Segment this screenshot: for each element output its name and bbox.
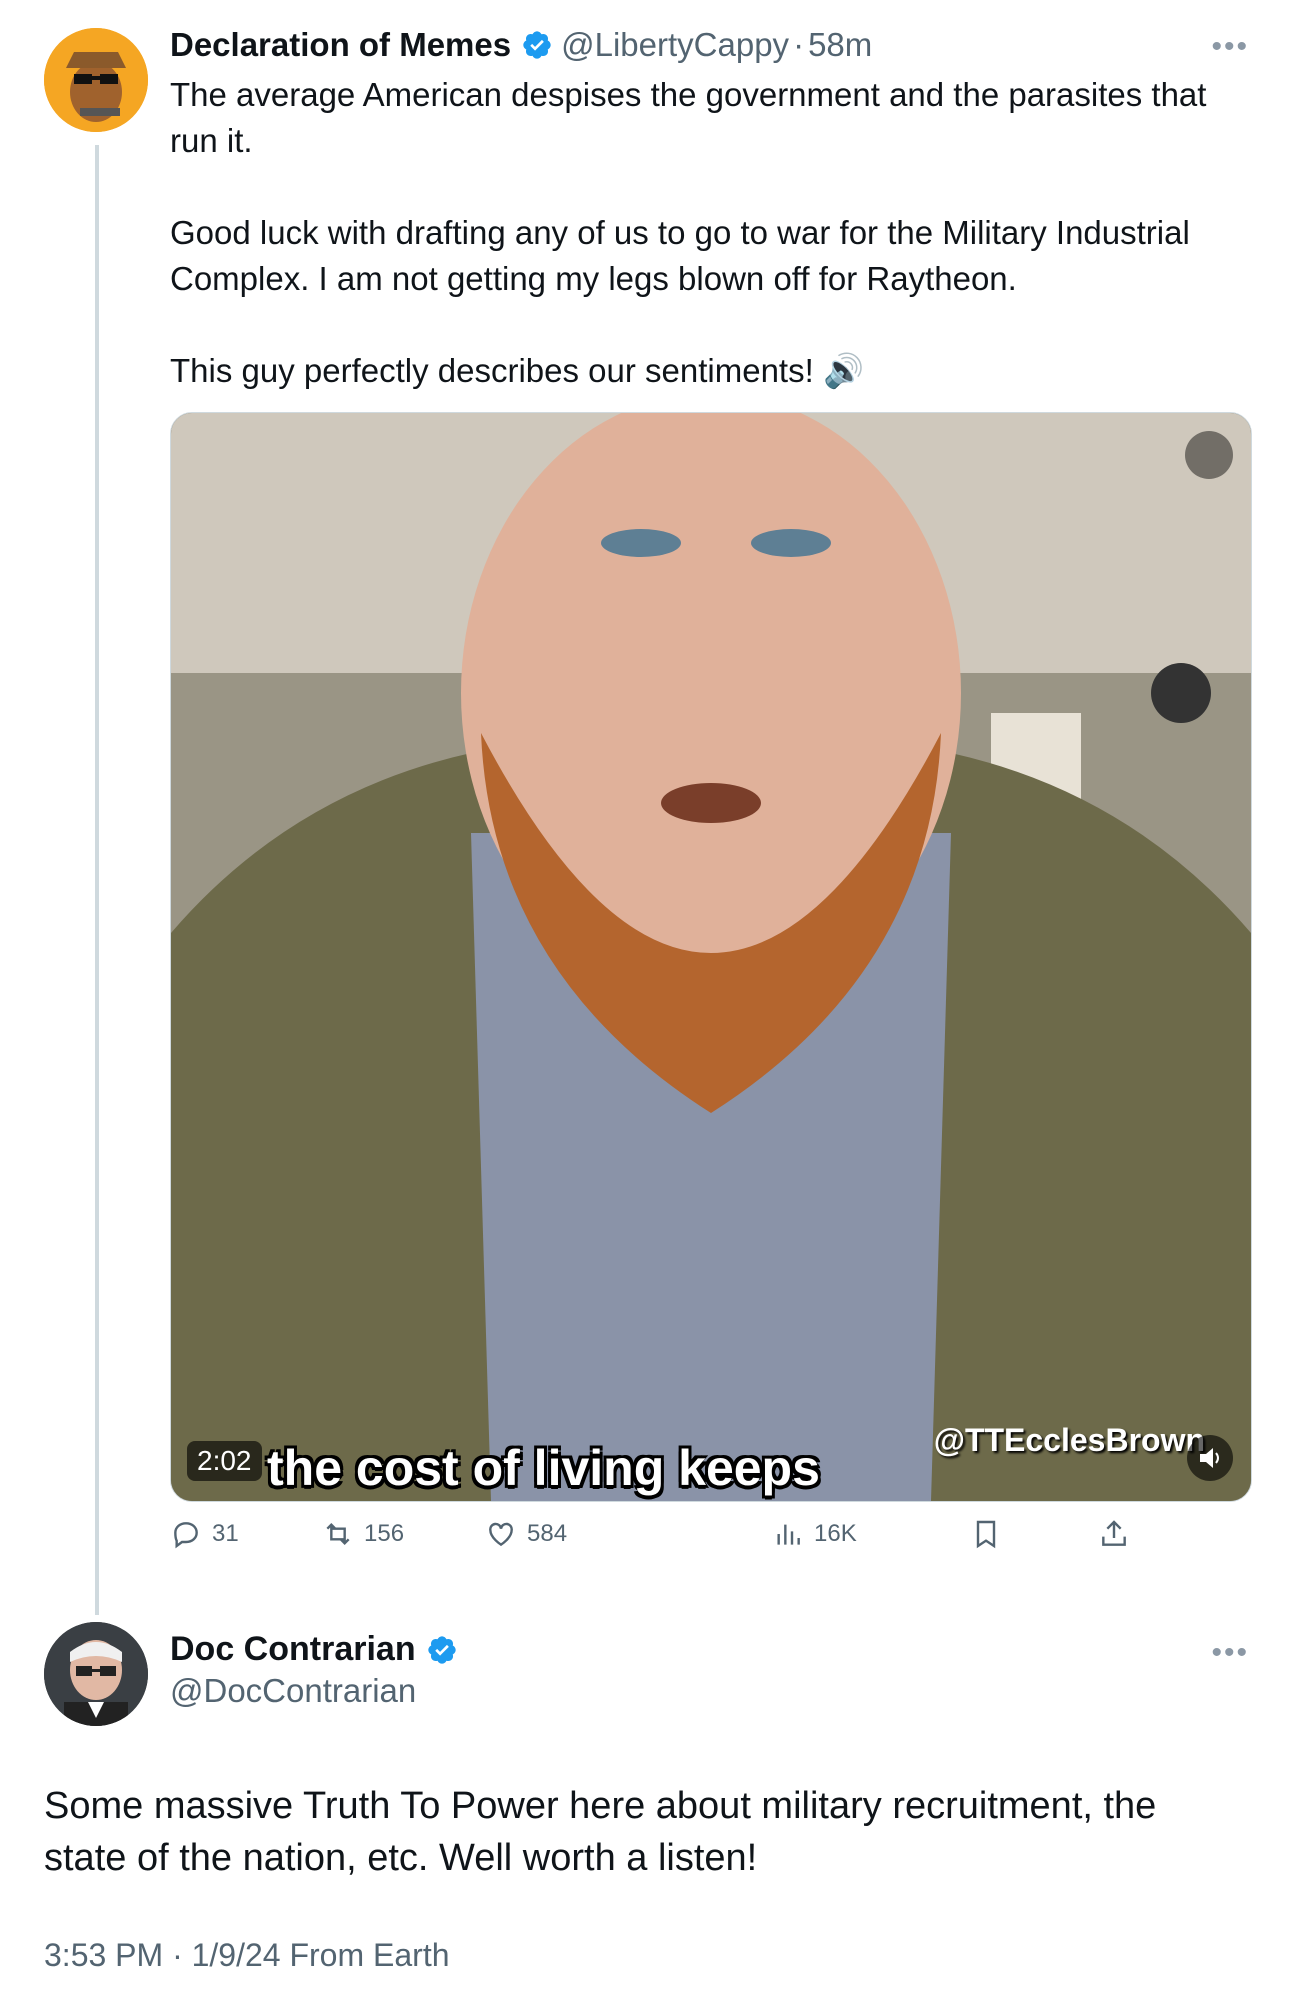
avatar-doc-contrarian[interactable] xyxy=(44,1622,148,1726)
like-button[interactable]: 584 xyxy=(485,1518,567,1550)
views-count: 16K xyxy=(814,1520,857,1547)
tweet2-text: Some massive Truth To Power here about m… xyxy=(44,1785,1157,1879)
video-frame xyxy=(171,413,1251,1501)
reply-icon xyxy=(174,1522,198,1549)
repost-icon xyxy=(326,1522,350,1546)
verified-badge-icon xyxy=(427,1635,456,1664)
tweet2-header: Doc Contrarian xyxy=(170,1630,466,1669)
thread-line xyxy=(95,145,99,1615)
avatar-declaration-of-memes[interactable] xyxy=(44,28,148,132)
more-icon[interactable]: ••• xyxy=(1211,1636,1249,1670)
heart-icon xyxy=(489,1522,513,1547)
bookmark-button[interactable] xyxy=(970,1518,1012,1550)
views-icon xyxy=(777,1524,800,1545)
tweet2-timestamp[interactable]: 3:53 PM · 1/9/24 From Earth xyxy=(44,1937,450,1974)
video-duration: 2:02 xyxy=(187,1441,262,1481)
tweet1-action-bar: 31 156 584 16K xyxy=(170,1518,1250,1562)
video-player[interactable]: @TTEcclesBrown the cost of living keeps … xyxy=(170,412,1252,1502)
repost-button[interactable]: 156 xyxy=(322,1518,404,1550)
bookmark-icon xyxy=(976,1520,996,1549)
verified-badge-icon xyxy=(523,31,551,59)
handle[interactable]: @DocContrarian xyxy=(170,1672,416,1710)
video-watermark: @TTEcclesBrown xyxy=(933,1422,1205,1458)
display-name[interactable]: Declaration of Memes xyxy=(170,26,511,64)
volume-icon[interactable] xyxy=(1187,1435,1233,1481)
tweet-text-paragraph: The average American despises the govern… xyxy=(170,76,1216,159)
media-settings-icon[interactable] xyxy=(1185,431,1233,479)
video-caption: the cost of living keeps xyxy=(267,1440,820,1496)
tweet-text-paragraph: Good luck with drafting any of us to go … xyxy=(170,214,1199,297)
separator: · xyxy=(793,26,805,63)
timestamp[interactable]: 58m xyxy=(808,26,872,64)
tweet1-text: The average American despises the govern… xyxy=(170,72,1250,394)
views-button[interactable]: 16K xyxy=(772,1518,857,1550)
repost-count: 156 xyxy=(364,1520,405,1547)
tweet-text-paragraph: This guy perfectly describes our sentime… xyxy=(170,352,865,389)
reply-button[interactable]: 31 xyxy=(170,1518,239,1550)
share-icon xyxy=(1102,1520,1126,1546)
handle[interactable]: @LibertyCappy xyxy=(561,26,789,64)
like-count: 584 xyxy=(527,1520,568,1547)
more-icon[interactable]: ••• xyxy=(1211,30,1249,64)
tweet1-header: Declaration of Memes @LibertyCappy · 58m xyxy=(170,26,872,64)
reply-count: 31 xyxy=(212,1520,239,1547)
avatar-image xyxy=(44,28,148,132)
avatar-image xyxy=(44,1622,148,1726)
share-button[interactable] xyxy=(1098,1518,1140,1550)
display-name[interactable]: Doc Contrarian xyxy=(170,1630,416,1669)
speaker-icon xyxy=(1200,1448,1219,1468)
